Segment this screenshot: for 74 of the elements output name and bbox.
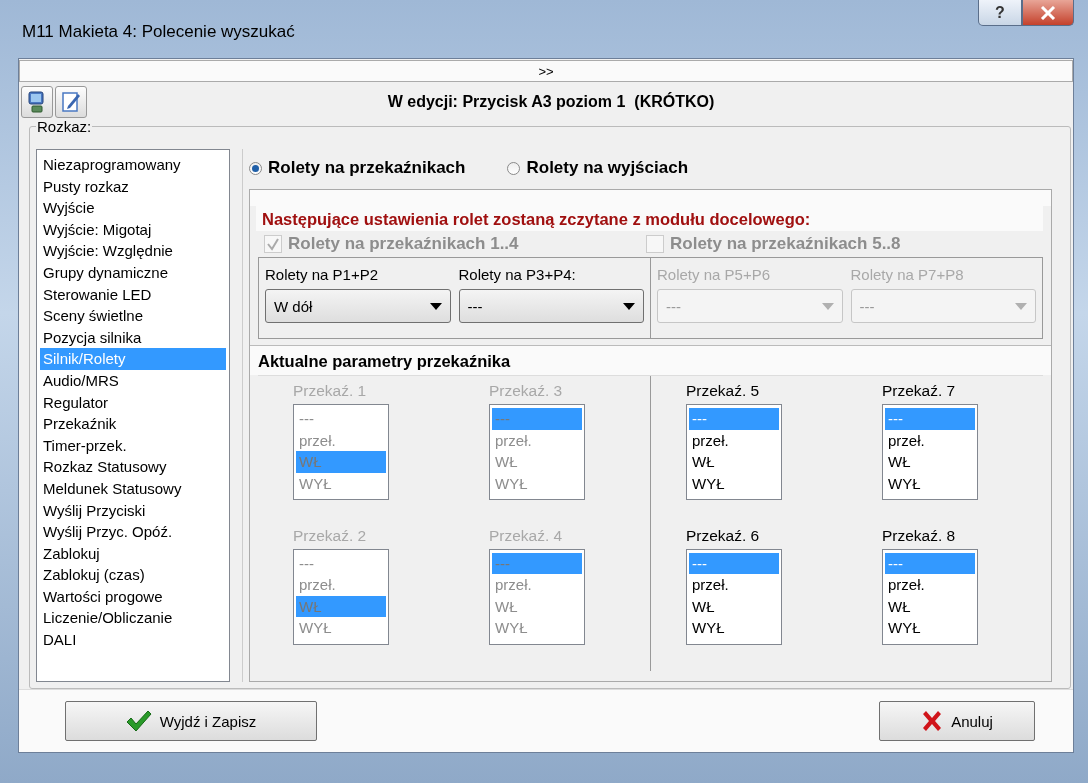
computer-button[interactable] [21,86,53,118]
close-icon [1040,5,1056,20]
list-option[interactable]: WŁ [885,451,975,473]
command-item[interactable]: Rozkaz Statusowy [40,456,226,478]
relay-listbox[interactable]: --- przeł. WŁ WYŁ [686,404,782,500]
expand-bar[interactable]: >> [19,60,1073,82]
edit-icon [60,90,82,114]
combo-label: Rolety na P7+P8 [850,265,965,283]
dropdown-arrow-icon [623,302,635,310]
command-item[interactable]: Wyślij Przyciski [40,499,226,522]
command-item[interactable]: Przekaźnik [40,413,226,435]
relay-listbox[interactable]: --- przeł. WŁ WYŁ [686,548,782,645]
command-item[interactable]: Pozycja silnika [40,326,226,349]
relay-label: Przekaź. 2 [293,526,368,545]
command-item[interactable]: Wyślij Przyc. Opóź. [40,521,226,543]
list-option[interactable]: przeł. [885,574,975,596]
relay-label: Przekaź. 6 [686,526,761,545]
relay-label: Przekaź. 3 [489,382,564,400]
command-item[interactable]: Wyjście: Migotaj [40,218,226,241]
combo-label: Rolety na P5+P6 [657,265,771,283]
command-item[interactable]: Grupy dynamiczne [40,261,226,284]
editing-title: W edycji: Przycisk A3 poziom 1 (KRÓTKO) [386,93,716,111]
command-item[interactable]: Pusty rozkaz [40,175,226,198]
section-title: Aktualne parametry przekaźnika [250,345,1051,375]
relay-label: Przekaź. 5 [686,382,761,400]
checkmark-icon [266,237,280,251]
window-title: M11 Makieta 4: Polecenie wyszukać [22,22,295,42]
command-item[interactable]: Sterowanie LED [40,283,226,306]
radio-option[interactable]: Rolety na przekaźnikach [249,158,466,178]
list-option[interactable]: WYŁ [885,617,975,639]
cross-icon [921,710,944,732]
command-item[interactable]: Zablokuj [40,542,226,565]
list-option[interactable]: przeł. [689,574,779,596]
command-item[interactable]: Liczenie/Obliczanie [40,607,226,630]
command-item[interactable]: Regulator [40,391,226,414]
command-item[interactable]: Audio/MRS [40,369,226,392]
dropdown-arrow-icon [1015,302,1027,310]
command-item[interactable]: Wyjście [40,197,226,219]
command-item[interactable]: DALI [40,629,226,651]
command-item[interactable]: Wartości progowe [40,585,226,608]
relay-label: Przekaź. 7 [882,382,957,400]
command-item[interactable]: Zablokuj (czas) [40,564,226,586]
relay-label: Przekaź. 1 [293,382,368,400]
command-item[interactable]: Meldunek Statusowy [40,477,226,500]
save-button[interactable]: Wyjdź i Zapisz [65,701,317,741]
cancel-button[interactable]: Anuluj [879,701,1035,741]
list-option[interactable]: przeł. [885,429,975,451]
list-option[interactable]: WYŁ [689,472,779,494]
list-option[interactable]: WŁ [689,595,779,617]
close-button[interactable] [1022,0,1074,26]
command-list[interactable] [36,149,230,682]
list-option[interactable]: przeł. [689,429,779,451]
radio-option[interactable]: Rolety na wyjściach [507,158,689,178]
command-item[interactable]: Wyjście: Względnie [40,240,226,262]
relay-listbox[interactable]: --- przeł. WŁ WYŁ [882,548,978,645]
edit-button[interactable] [55,86,87,118]
dropdown-arrow-icon [821,302,834,310]
list-option[interactable]: WYŁ [885,472,975,494]
combo-label: Rolety na P3+P4: [458,265,577,283]
checkmark-icon [125,710,152,732]
relay-listbox[interactable]: --- przeł. WŁ WYŁ [882,404,978,500]
combo-label: Rolety na P1+P2 [265,265,379,283]
list-option[interactable]: WŁ [885,595,975,617]
relay-label: Przekaź. 8 [882,526,957,545]
relay-label: Przekaź. 4 [489,526,564,545]
list-option[interactable]: WYŁ [689,617,779,639]
notice-text: Następujące ustawienia rolet zostaną zczytane z modułu docelowego: [256,206,1043,231]
dropdown-arrow-icon [429,302,442,310]
command-item[interactable]: Timer-przek. [40,434,226,457]
help-button[interactable]: ? [978,0,1022,26]
group-label: Rozkaz: [36,118,93,135]
command-item[interactable]: Niezaprogramowany [40,154,226,176]
command-item[interactable]: Sceny świetlne [40,305,226,327]
list-option[interactable]: WŁ [689,451,779,473]
